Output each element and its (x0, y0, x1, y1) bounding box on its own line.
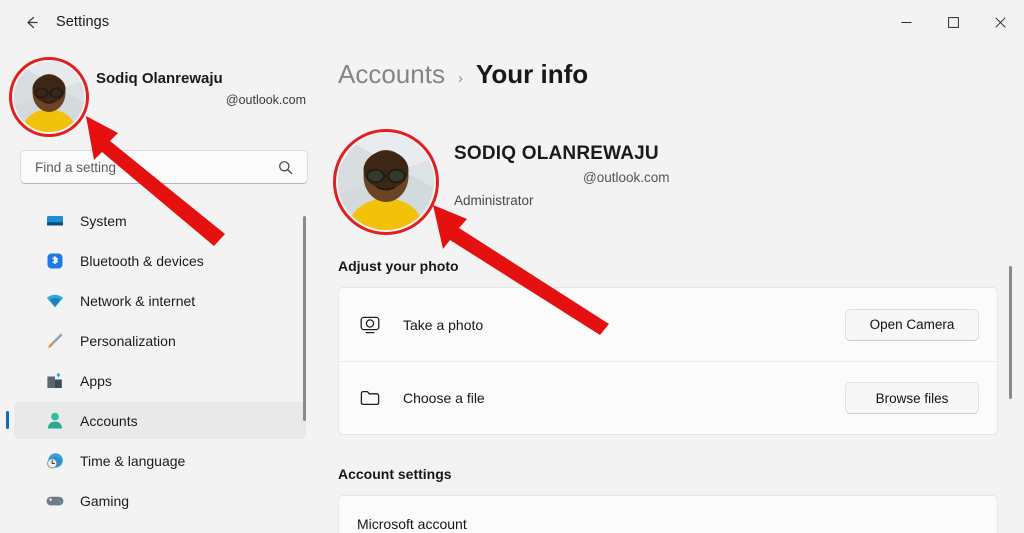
row-label: Microsoft account (357, 516, 467, 532)
window-controls (883, 0, 1024, 44)
row-take-a-photo[interactable]: Take a photo Open Camera (339, 288, 997, 361)
sidebar-profile[interactable]: Sodiq Olanrewaju @outlook.com (0, 57, 320, 138)
account-email: @outlook.com (583, 170, 670, 185)
sidebar-item-label: Time & language (80, 452, 186, 469)
user-avatar-photo (14, 62, 84, 132)
breadcrumb: Accounts › Your info (338, 59, 588, 90)
gamepad-icon (44, 490, 66, 512)
section-title-adjust-photo: Adjust your photo (338, 258, 459, 274)
search-icon (278, 160, 307, 175)
user-avatar-photo (338, 134, 434, 230)
avatar[interactable] (333, 129, 439, 235)
sidebar-item-personalization[interactable]: Personalization (14, 322, 306, 359)
folder-icon (357, 385, 383, 411)
title-bar: Settings (0, 0, 1024, 44)
apps-icon (44, 370, 66, 392)
account-hero: SODIQ OLANREWAJU @outlook.com Administra… (333, 129, 998, 235)
account-name: SODIQ OLANREWAJU (454, 143, 659, 164)
bluetooth-icon (44, 250, 66, 272)
chevron-right-icon: › (457, 70, 463, 87)
sidebar-item-label: Bluetooth & devices (80, 252, 204, 269)
back-arrow-icon[interactable] (14, 6, 48, 38)
main-content: Accounts › Your info SODIQ OLANREWAJU @o… (320, 44, 1024, 533)
sidebar-item-time-language[interactable]: Time & language (14, 442, 306, 479)
app-title: Settings (56, 14, 110, 30)
browse-files-button[interactable]: Browse files (845, 382, 979, 414)
open-camera-button[interactable]: Open Camera (845, 308, 979, 341)
sidebar-item-label: Apps (80, 372, 112, 389)
profile-email: @outlook.com (225, 93, 306, 107)
row-microsoft-account[interactable]: Microsoft account (339, 496, 997, 533)
row-label: Take a photo (403, 316, 484, 333)
main-scrollbar[interactable] (1009, 266, 1012, 399)
sidebar-item-label: Personalization (80, 332, 176, 349)
close-icon[interactable] (977, 0, 1024, 44)
row-label: Choose a file (403, 390, 485, 406)
sidebar-item-bluetooth-devices[interactable]: Bluetooth & devices (14, 242, 306, 279)
breadcrumb-parent[interactable]: Accounts (338, 59, 445, 90)
clock-globe-icon (44, 450, 66, 472)
maximize-icon[interactable] (930, 0, 977, 44)
paintbrush-icon (44, 330, 66, 352)
camera-icon (357, 312, 383, 338)
accounts-person-icon (44, 410, 66, 432)
sidebar-item-gaming[interactable]: Gaming (14, 482, 306, 519)
avatar[interactable] (9, 57, 89, 137)
sidebar-item-label: Gaming (80, 492, 130, 509)
section-title-account-settings: Account settings (338, 466, 452, 482)
sidebar-item-system[interactable]: System (14, 202, 306, 239)
sidebar-item-network-internet[interactable]: Network & internet (14, 282, 306, 319)
sidebar-item-label: Accounts (80, 412, 138, 429)
sidebar-item-label: Network & internet (80, 292, 196, 309)
page-title: Your info (475, 59, 589, 89)
search-box[interactable] (20, 150, 308, 184)
wifi-icon (44, 290, 66, 312)
search-input[interactable] (21, 159, 278, 175)
sidebar-scrollbar[interactable] (303, 216, 306, 421)
profile-name: Sodiq Olanrewaju (96, 70, 223, 87)
sidebar-nav: System Bluetooth & devices Network & int… (0, 202, 320, 522)
sidebar-item-label: System (80, 212, 127, 229)
sidebar-item-apps[interactable]: Apps (14, 362, 306, 399)
settings-window: Settings Sodiq Olanrewaju @outlook.com F… (0, 0, 1024, 533)
sidebar: Sodiq Olanrewaju @outlook.com System (0, 44, 320, 533)
account-role: Administrator (454, 193, 534, 208)
adjust-photo-card-group: Take a photo Open Camera Choose a file B… (338, 287, 998, 435)
sidebar-item-accounts[interactable]: Accounts (6, 402, 306, 439)
row-choose-a-file[interactable]: Choose a file Browse files (339, 361, 997, 434)
account-settings-card-group: Microsoft account (338, 495, 998, 533)
system-icon (44, 210, 66, 232)
minimize-icon[interactable] (883, 0, 930, 44)
